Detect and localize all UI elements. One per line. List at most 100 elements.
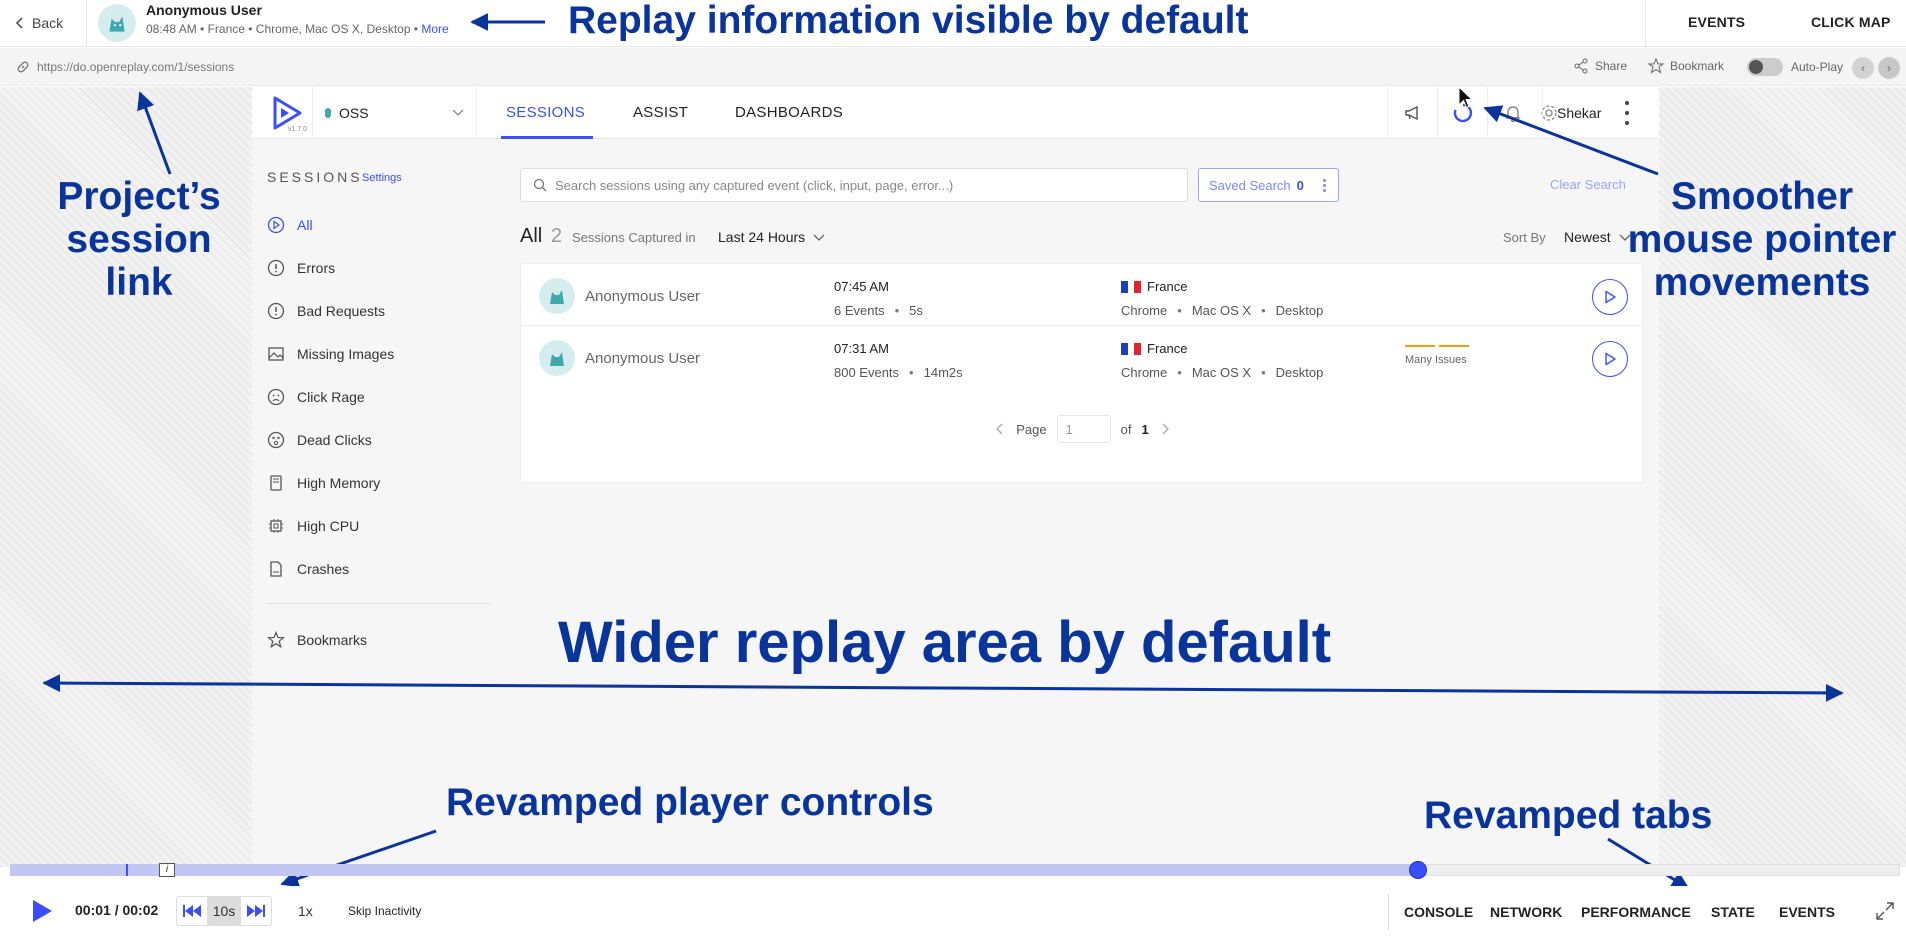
period-selector[interactable]: Last 24 Hours xyxy=(718,229,825,245)
session-country: France xyxy=(1121,341,1187,356)
fullscreen-icon[interactable] xyxy=(1876,902,1894,920)
session-url[interactable]: https://do.openreplay.com/1/sessions xyxy=(37,60,234,74)
tab-click-map[interactable]: CLICK MAP xyxy=(1811,14,1891,30)
autoplay-toggle[interactable] xyxy=(1747,58,1783,76)
sidebar-settings-link[interactable]: Settings xyxy=(362,172,402,184)
replay-user-meta: 08:48 AM • France • Chrome, Mac OS X, De… xyxy=(146,22,449,36)
fast-forward-icon xyxy=(247,905,265,917)
annotation-line: mouse pointer xyxy=(1627,217,1897,261)
annotation-wider-area: Wider replay area by default xyxy=(558,610,1332,675)
share-button[interactable]: Share xyxy=(1573,58,1627,74)
info-icon[interactable]: i xyxy=(159,863,175,877)
sidebar-divider xyxy=(267,603,491,604)
skip-control: 10s xyxy=(176,896,272,926)
url-bar: https://do.openreplay.com/1/sessions Sha… xyxy=(0,48,1906,86)
tab-console[interactable]: CONSOLE xyxy=(1404,904,1473,920)
tab-dashboards[interactable]: DASHBOARDS xyxy=(735,104,843,121)
prev-session-button[interactable]: ‹ xyxy=(1852,57,1874,79)
autoplay-control: Auto-Play xyxy=(1747,58,1843,76)
sidebar-item-label: High Memory xyxy=(297,475,381,491)
avatar xyxy=(98,4,136,42)
exclamation-circle-icon xyxy=(267,302,285,320)
skip-interval[interactable]: 10s xyxy=(207,897,241,925)
bookmark-button[interactable]: Bookmark xyxy=(1648,58,1724,74)
sidebar-item-click-rage[interactable]: Click Rage xyxy=(267,385,365,409)
session-user[interactable]: Anonymous User xyxy=(585,350,700,367)
sidebar-item-dead-clicks[interactable]: Dead Clicks xyxy=(267,428,372,452)
chevron-left-icon[interactable] xyxy=(994,423,1006,435)
issues-label: Many Issues xyxy=(1405,354,1467,366)
sidebar-item-high-cpu[interactable]: High CPU xyxy=(267,514,359,538)
app-header: v1.7.0 OSS SESSIONS ASSIST DASHBOARDS Sh… xyxy=(252,87,1659,139)
app-version: v1.7.0 xyxy=(288,126,308,133)
dot-separator: • xyxy=(1261,365,1266,380)
timeline-scrubber[interactable] xyxy=(1409,861,1427,879)
skip-backward-button[interactable] xyxy=(177,897,207,925)
clear-search-button[interactable]: Clear Search xyxy=(1550,177,1626,192)
sidebar-title: SESSIONS xyxy=(267,169,363,185)
list-title: All xyxy=(520,225,543,247)
back-label: Back xyxy=(32,15,64,31)
session-device: Desktop xyxy=(1275,303,1324,318)
saved-search-button[interactable]: Saved Search 0 xyxy=(1198,168,1339,202)
skip-inactivity-toggle[interactable]: Skip Inactivity xyxy=(348,904,421,918)
skip-forward-button[interactable] xyxy=(241,897,271,925)
tab-assist[interactable]: ASSIST xyxy=(633,104,688,121)
table-row[interactable]: Anonymous User 07:31 AM 800 Events • 14m2s… xyxy=(521,326,1644,388)
session-search[interactable] xyxy=(520,168,1188,202)
sidebar-item-label: Click Rage xyxy=(297,389,365,405)
page-input[interactable] xyxy=(1056,415,1111,443)
sort-selector[interactable]: Newest xyxy=(1564,229,1631,245)
sidebar-item-errors[interactable]: Errors xyxy=(267,256,335,280)
project-selector[interactable]: OSS xyxy=(312,87,477,139)
sidebar-item-bad-requests[interactable]: Bad Requests xyxy=(267,299,385,323)
session-stats: 6 Events • 5s xyxy=(834,303,923,318)
more-link[interactable]: More xyxy=(421,22,448,36)
tab-events[interactable]: EVENTS xyxy=(1688,14,1745,30)
timeline-event-marker xyxy=(126,864,128,876)
dot xyxy=(1323,184,1326,187)
sidebar-item-bookmarks[interactable]: Bookmarks xyxy=(267,628,367,652)
image-icon xyxy=(268,347,284,361)
mouse-cursor-icon xyxy=(1458,86,1474,109)
tab-performance[interactable]: PERFORMANCE xyxy=(1581,904,1691,920)
active-tab-indicator xyxy=(501,136,593,139)
annotation-pointer: Smoother mouse pointer movements xyxy=(1622,175,1902,305)
sidebar-item-missing-images[interactable]: Missing Images xyxy=(267,342,394,366)
sort-label: Sort By xyxy=(1503,230,1546,245)
session-browser: Chrome xyxy=(1121,303,1168,318)
sidebar-item-all[interactable]: All xyxy=(267,213,313,237)
sidebar-item-label: Errors xyxy=(297,260,336,276)
search-input[interactable] xyxy=(555,177,1175,193)
vertical-dots-icon xyxy=(1323,179,1326,192)
tab-sessions[interactable]: SESSIONS xyxy=(506,104,585,121)
play-button[interactable] xyxy=(30,898,54,924)
announcements-button[interactable] xyxy=(1387,87,1437,139)
session-user[interactable]: Anonymous User xyxy=(585,288,700,305)
france-flag-icon xyxy=(1121,342,1142,355)
sidebar-item-crashes[interactable]: Crashes xyxy=(267,557,349,581)
tab-state[interactable]: STATE xyxy=(1711,904,1755,920)
tab-network[interactable]: NETWORK xyxy=(1490,904,1562,920)
share-label: Share xyxy=(1595,59,1628,73)
session-country: France xyxy=(1121,279,1187,294)
pagination: Page of 1 xyxy=(521,414,1644,444)
search-icon xyxy=(533,178,547,192)
sidebar-item-high-memory[interactable]: High Memory xyxy=(267,471,380,495)
session-environment: Chrome • Mac OS X • Desktop xyxy=(1121,303,1323,318)
session-browser: Chrome xyxy=(1121,365,1168,380)
tab-events[interactable]: EVENTS xyxy=(1779,904,1835,920)
play-session-button[interactable] xyxy=(1592,341,1628,377)
table-row[interactable]: Anonymous User 07:45 AM 6 Events • 5s Fran… xyxy=(521,264,1644,326)
next-session-button[interactable]: › xyxy=(1878,57,1900,79)
dot-separator: • xyxy=(1177,303,1182,318)
more-options-button[interactable] xyxy=(1622,101,1632,125)
session-count: 2 xyxy=(551,225,563,247)
back-button[interactable]: Back xyxy=(14,12,63,34)
timeline[interactable]: i xyxy=(10,861,1900,879)
dot-separator: • xyxy=(1177,365,1182,380)
sidebar-item-label: Bookmarks xyxy=(297,632,368,648)
speed-button[interactable]: 1x xyxy=(298,903,313,919)
chevron-right-icon[interactable] xyxy=(1159,423,1171,435)
user-menu[interactable]: Shekar xyxy=(1542,87,1659,139)
